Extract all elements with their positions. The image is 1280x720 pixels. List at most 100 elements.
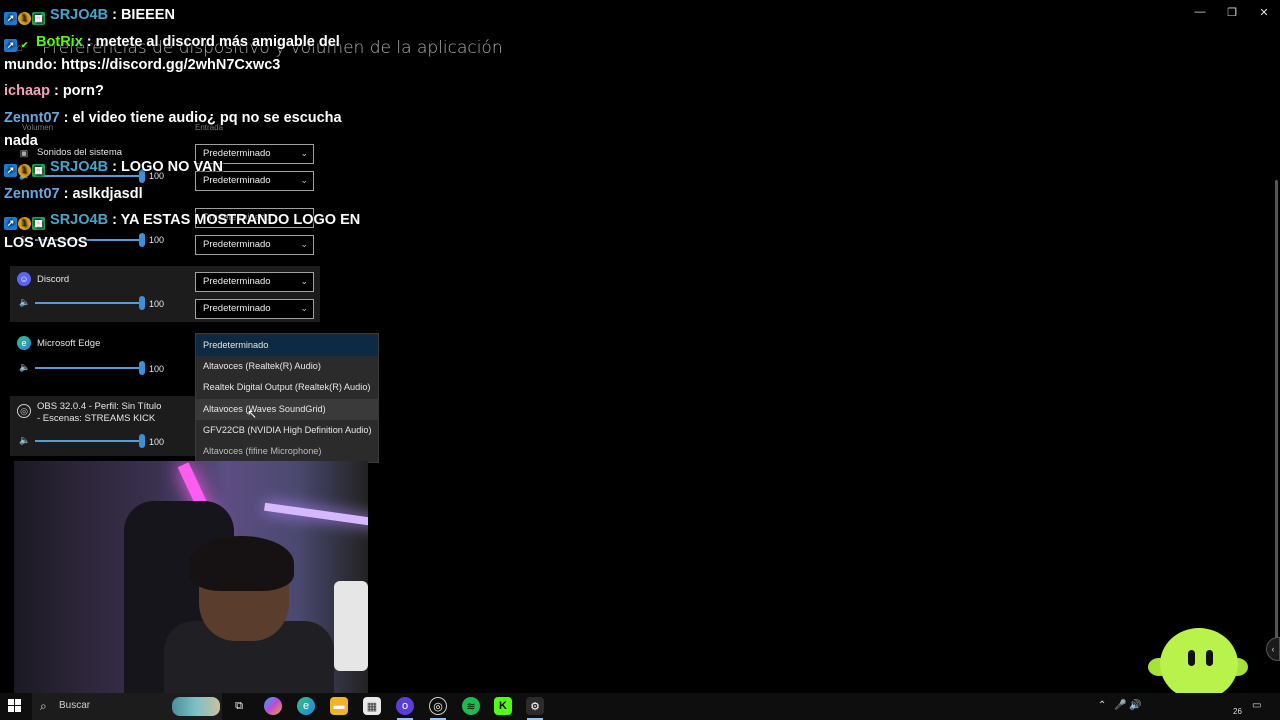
volume-value: 100 [149,299,165,309]
taskbar-search[interactable]: ⌕ Buscar [32,693,222,720]
chat-username: SRJO4B [50,212,109,228]
chat-message: ↗ ✔ BotRix : metete al discord más amigab… [4,31,364,77]
opera-gx-icon[interactable]: o [396,697,414,715]
close-button[interactable]: ✕ [1248,0,1280,24]
input-device-select[interactable]: Predeterminado ⌄ [195,299,314,319]
app-row-discord: ☺ Discord 🔈 100 [10,270,190,318]
chat-text: : LOGO NO VAN [108,159,223,175]
webcam-overlay [14,461,368,693]
kirby-body [1160,628,1238,700]
chat-message: ↗ 1 ▦ SRJO4B : YA ESTAS MOSTRANDO LOGO EN … [4,209,364,255]
spotify-icon[interactable]: ≋ [462,697,480,715]
copilot-icon[interactable] [264,697,282,715]
badge-icon: 1 [18,12,31,25]
file-explorer-icon[interactable]: ▬ [330,697,348,715]
kick-icon[interactable]: K [494,697,512,715]
chat-message: ↗ 1 ▦ SRJO4B : LOGO NO VAN [4,156,364,179]
dropdown-option[interactable]: Altavoces (Waves SoundGrid) [196,399,378,420]
start-tile [8,706,14,712]
start-tile [15,706,21,712]
streamer-hair [189,536,294,591]
restore-button[interactable]: ❐ [1216,0,1248,24]
chat-username: BotRix [36,34,83,50]
search-highlight-image [172,697,220,716]
chat-username: Zennt07 [4,110,60,126]
chevron-down-icon: ⌄ [300,276,308,286]
app-row-obs: ◎ OBS 32.0.4 - Perfil: Sin Título - Esce… [10,400,190,452]
settings-icon[interactable]: ⚙ [526,697,544,715]
dropdown-option[interactable]: GFV22CB (NVIDIA High Definition Audio) [196,420,378,441]
badge-icon: ↗ [4,12,17,25]
dropdown-option[interactable]: Predeterminado [196,335,378,356]
select-value: Predeterminado [203,276,271,287]
task-view-icon[interactable]: ⧉ [230,697,248,715]
chat-username: ichaap [4,83,50,99]
kirby-eye [1188,650,1195,666]
obs-icon: ◎ [17,404,31,418]
volume-value: 100 [149,437,165,447]
scrollbar[interactable] [1275,180,1278,640]
window-controls: — ❐ ✕ [1184,0,1280,24]
chevron-left-icon[interactable]: ‹ [1266,637,1280,661]
chat-text: : aslkdjasdl [59,186,143,202]
badge-icon: ▦ [32,217,45,230]
edge-icon: e [17,336,31,350]
windows-start-icon[interactable] [8,699,22,713]
chat-message: ichaap : porn? [4,80,364,103]
app-row-edge: e Microsoft Edge 🔈 100 [10,335,190,383]
chat-username: Zennt07 [4,186,60,202]
volume-tray-icon[interactable]: 🔊 [1129,700,1141,711]
dropdown-option[interactable]: Altavoces (fifine Microphone) [196,441,378,462]
dropdown-option[interactable]: Altavoces (Realtek(R) Audio) [196,356,378,377]
edge-icon[interactable]: e [297,697,315,715]
volume-slider[interactable] [35,367,143,369]
app-name: Microsoft Edge [37,338,101,349]
search-icon: ⌕ [40,699,47,713]
app-name-line2: - Escenas: STREAMS KICK [37,413,156,424]
chat-message: Zennt07 : aslkdjasdl [4,183,364,206]
volume-slider[interactable] [35,440,143,442]
badge-icon: ↗ [4,217,17,230]
start-tile [8,699,14,705]
chat-username: SRJO4B [50,159,109,175]
badge-icon: 1 [18,217,31,230]
volume-slider[interactable] [35,302,143,304]
taskbar: ⌕ Buscar ⧉ e ▬ ▦ o ◎ ≋ K ⚙ ⌃ 🎤 🔊 26 ▭ [0,693,1280,720]
chat-text: : BIEEEN [108,7,175,23]
chat-username: SRJO4B [50,7,109,23]
neon-light [264,502,368,528]
badge-icon: 1 [18,164,31,177]
clock-fragment: 26 [1233,707,1242,716]
volume-slider-thumb[interactable] [139,434,145,448]
chat-message: ↗ 1 ▦ SRJO4B : BIEEEN [4,4,364,27]
bottle [334,581,368,671]
output-device-dropdown: Predeterminado Altavoces (Realtek(R) Aud… [195,333,379,463]
volume-icon[interactable]: 🔈 [19,435,30,446]
discord-icon: ☺ [17,272,31,286]
app-name-line1: OBS 32.0.4 - Perfil: Sin Título [37,401,162,412]
minimize-button[interactable]: — [1184,0,1216,24]
obs-icon[interactable]: ◎ [429,697,447,715]
badge-icon: ▦ [32,164,45,177]
volume-icon[interactable]: 🔈 [19,297,30,308]
verified-icon: ✔ [20,40,29,50]
volume-slider-thumb[interactable] [139,361,145,375]
chat-text: : porn? [49,83,104,99]
chat-message: Zennt07 : el video tiene audio¿ pq no se… [4,107,364,153]
store-icon[interactable]: ▦ [363,697,381,715]
volume-slider-thumb[interactable] [139,296,145,310]
chevron-up-icon[interactable]: ⌃ [1098,700,1106,711]
output-device-select[interactable]: Predeterminado ⌄ [195,272,314,292]
volume-icon[interactable]: 🔈 [19,362,30,373]
app-name: Discord [37,274,70,285]
volume-value: 100 [149,364,165,374]
badge-icon: ▦ [32,12,45,25]
mouse-cursor-icon: ↖ [247,407,258,421]
chevron-down-icon: ⌄ [300,303,308,313]
microphone-icon[interactable]: 🎤 [1114,700,1126,711]
badge-icon: ↗ [4,164,17,177]
select-value: Predeterminado [203,303,271,314]
notifications-icon[interactable]: ▭ [1252,700,1261,711]
dropdown-option[interactable]: Realtek Digital Output (Realtek(R) Audio… [196,377,378,398]
start-tile [15,699,21,705]
